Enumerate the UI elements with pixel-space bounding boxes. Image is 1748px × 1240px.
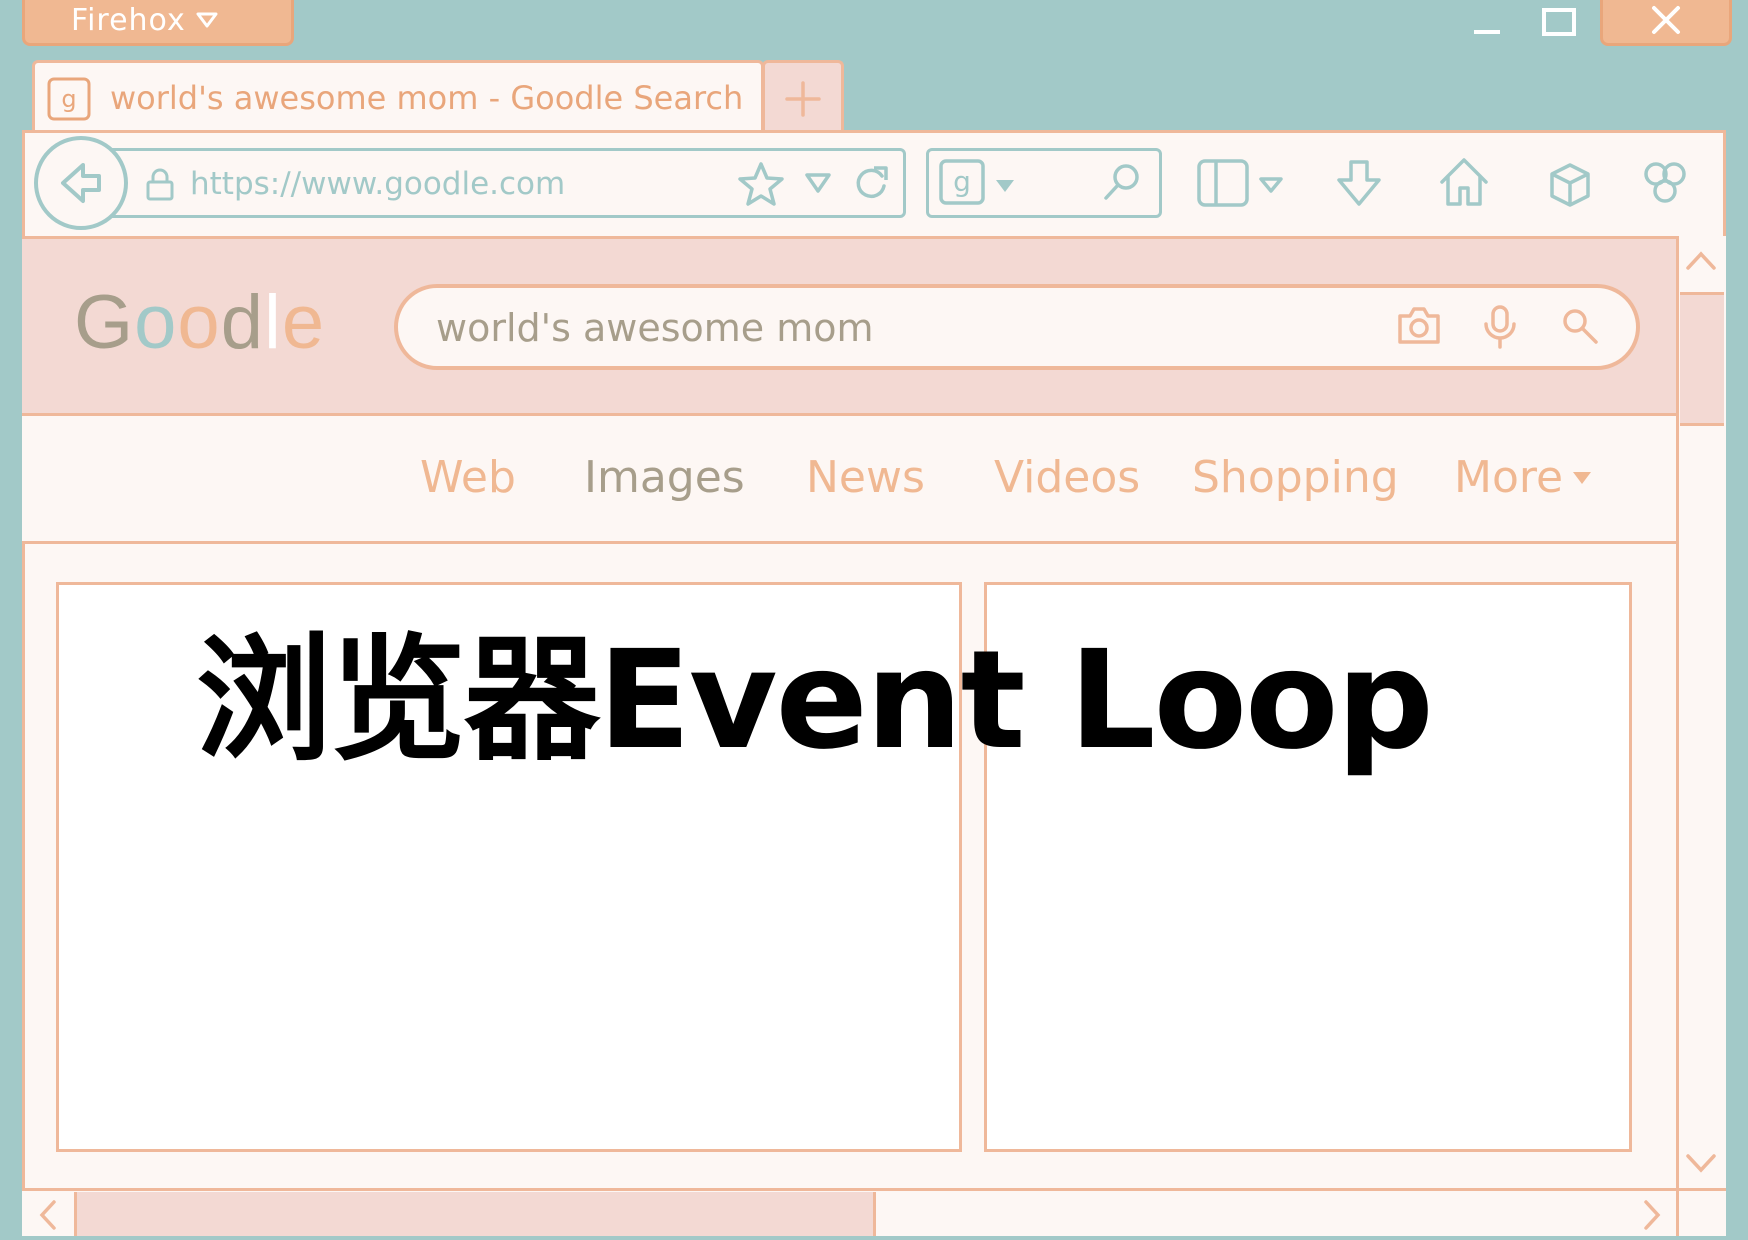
minimize-icon[interactable] (1462, 6, 1512, 42)
tab-shopping[interactable]: Shopping (1192, 448, 1399, 508)
tab-videos[interactable]: Videos (994, 448, 1140, 508)
camera-icon[interactable] (1396, 304, 1442, 346)
sidebar-icon[interactable] (1196, 158, 1250, 208)
scroll-left-icon[interactable] (36, 1198, 60, 1232)
reload-icon[interactable] (850, 162, 892, 204)
sidebar-dropdown-icon[interactable] (1258, 176, 1284, 194)
tab-more-label: More (1454, 452, 1564, 503)
scroll-right-icon[interactable] (1640, 1198, 1664, 1232)
logo-letter: o (177, 280, 221, 365)
goodle-logo[interactable]: Goodle (74, 278, 325, 368)
new-tab-button[interactable] (762, 60, 844, 134)
url-dropdown-icon[interactable] (804, 172, 832, 194)
extension-cube-icon[interactable] (1548, 162, 1592, 208)
search-icon[interactable] (1100, 160, 1144, 204)
chevron-down-icon (1571, 470, 1593, 486)
close-window-button[interactable] (1600, 0, 1732, 46)
search-submit-icon[interactable] (1560, 306, 1600, 346)
browser-menu-label: Firehox (71, 2, 186, 38)
tab-title: world's awesome mom - Goodle Search (110, 79, 744, 117)
engine-dropdown-icon[interactable] (994, 178, 1016, 194)
scroll-down-icon[interactable] (1684, 1150, 1718, 1176)
svg-text:g: g (61, 85, 76, 113)
logo-letter: d (220, 280, 264, 365)
logo-letter: e (281, 280, 326, 365)
logo-letter: l (263, 280, 282, 365)
scroll-up-icon[interactable] (1684, 248, 1718, 274)
download-icon[interactable] (1334, 158, 1384, 210)
tab-news[interactable]: News (806, 448, 925, 508)
plus-icon (783, 79, 823, 119)
arrow-left-icon (55, 157, 107, 209)
search-engine-letter: g (953, 165, 971, 198)
horizontal-scroll-thumb[interactable] (74, 1192, 876, 1236)
tab-web[interactable]: Web (420, 448, 516, 508)
vertical-scroll-thumb[interactable] (1680, 292, 1724, 426)
tab-images[interactable]: Images (584, 448, 745, 508)
url-text[interactable]: https://www.goodle.com (190, 162, 690, 206)
logo-letter: o (134, 280, 178, 365)
maximize-icon[interactable] (1538, 4, 1582, 44)
browser-menu-button[interactable]: Firehox (22, 0, 294, 46)
tab-more[interactable]: More (1454, 448, 1593, 508)
search-engine-icon[interactable]: g (938, 158, 986, 206)
logo-letter: G (74, 280, 135, 365)
lock-icon (144, 166, 176, 202)
chevron-down-icon (196, 11, 218, 29)
scrollbar-corner (1676, 1188, 1726, 1236)
close-icon (1649, 3, 1683, 37)
bookmark-star-icon[interactable] (736, 160, 786, 208)
microphone-icon[interactable] (1482, 304, 1518, 350)
back-button[interactable] (34, 136, 128, 230)
home-icon[interactable] (1438, 156, 1490, 208)
page-headline: 浏览器Event Loop (196, 622, 1434, 780)
addons-icon[interactable] (1640, 158, 1690, 208)
favicon-icon: g (46, 76, 92, 122)
search-query-text[interactable]: world's awesome mom (436, 306, 1336, 350)
